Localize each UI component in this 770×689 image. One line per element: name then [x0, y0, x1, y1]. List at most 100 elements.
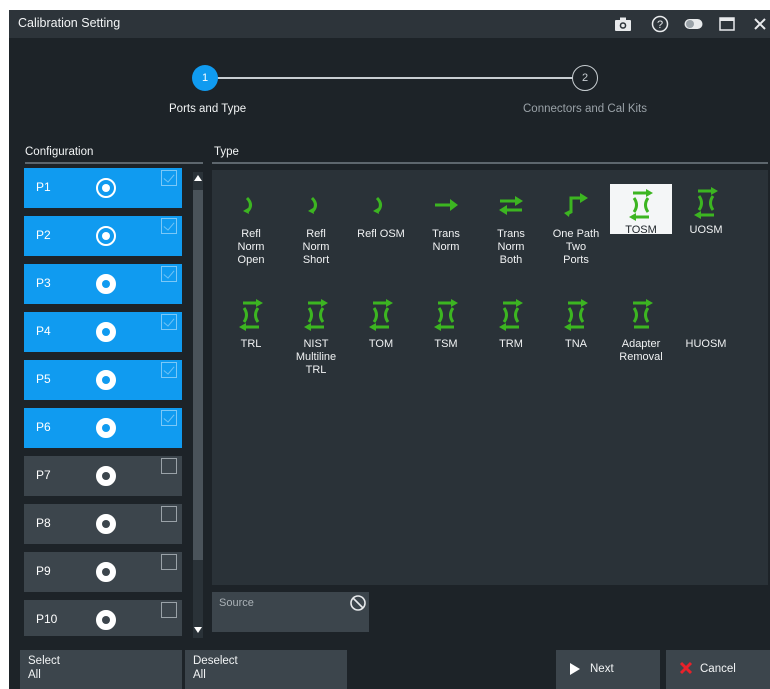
- type-tna[interactable]: TNA: [545, 298, 607, 351]
- no-source-icon[interactable]: [349, 594, 367, 612]
- port-item-p1[interactable]: P1: [24, 168, 182, 208]
- deselect-all-button[interactable]: Deselect All: [185, 650, 347, 689]
- port-label: P8: [36, 516, 51, 530]
- close-icon[interactable]: [750, 14, 770, 34]
- type-label: TOSM: [625, 224, 657, 236]
- one-path-icon: [564, 193, 588, 217]
- port-item-p6[interactable]: P6: [24, 408, 182, 448]
- port-item-p2[interactable]: P2: [24, 216, 182, 256]
- type-trans-norm-both[interactable]: Trans Norm Both: [480, 190, 542, 267]
- port-checkbox[interactable]: [161, 506, 177, 522]
- type-header: Type: [214, 146, 239, 158]
- port-radio[interactable]: [96, 418, 116, 438]
- type-trm[interactable]: TRM: [480, 298, 542, 351]
- calibration-type-panel: Refl Norm Open Refl Norm Short Refl OSM …: [212, 170, 768, 585]
- wizard-connector-line: [217, 77, 573, 79]
- wizard-step-2-label: Connectors and Cal Kits: [523, 103, 648, 115]
- port-item-p9[interactable]: P9: [24, 552, 182, 592]
- type-trans-norm[interactable]: Trans Norm: [415, 190, 477, 254]
- type-label: TOM: [368, 338, 394, 350]
- port-radio[interactable]: [96, 514, 116, 534]
- port-label: P6: [36, 420, 51, 434]
- cancel-x-icon: [679, 661, 693, 675]
- type-refl-norm-open[interactable]: Refl Norm Open: [220, 190, 282, 267]
- type-divider: [212, 162, 768, 164]
- play-arrow-icon: [570, 663, 580, 675]
- trans-both-icon: [499, 196, 523, 215]
- port-radio[interactable]: [96, 466, 116, 486]
- cancel-button[interactable]: Cancel: [666, 650, 770, 689]
- type-nist-multiline-trl[interactable]: NIST Multiline TRL: [285, 298, 347, 377]
- title-bar: Calibration Setting ?: [9, 10, 770, 38]
- port-checkbox[interactable]: [161, 314, 177, 330]
- port-radio[interactable]: [96, 274, 116, 294]
- port-item-p4[interactable]: P4: [24, 312, 182, 352]
- port-radio[interactable]: [96, 322, 116, 342]
- select-all-label: Select All: [28, 655, 60, 681]
- port-radio[interactable]: [96, 562, 116, 582]
- type-refl-osm[interactable]: Refl OSM: [350, 190, 412, 241]
- port-checkbox[interactable]: [161, 362, 177, 378]
- type-label: UOSM: [689, 224, 723, 236]
- type-refl-norm-short[interactable]: Refl Norm Short: [285, 190, 347, 267]
- port-item-p7[interactable]: P7: [24, 456, 182, 496]
- port-checkbox[interactable]: [161, 458, 177, 474]
- port-item-p3[interactable]: P3: [24, 264, 182, 304]
- wizard-step-2[interactable]: 2: [572, 65, 598, 91]
- calibration-setting-window: Calibration Setting ? 1 2 Ports and Type…: [9, 10, 770, 689]
- type-label: Trans Norm: [432, 228, 460, 253]
- port-label: P4: [36, 324, 51, 338]
- refl-icon: [373, 196, 382, 214]
- port-checkbox[interactable]: [161, 218, 177, 234]
- type-adapter-removal[interactable]: Adapter Removal: [610, 298, 672, 364]
- port-item-p8[interactable]: P8: [24, 504, 182, 544]
- port-label: P9: [36, 564, 51, 578]
- port-item-p5[interactable]: P5: [24, 360, 182, 400]
- port-checkbox[interactable]: [161, 410, 177, 426]
- two-port-cal-icon: [369, 299, 393, 331]
- port-checkbox[interactable]: [161, 266, 177, 282]
- two-port-cal-icon: [694, 187, 718, 219]
- maximize-icon[interactable]: [717, 14, 737, 34]
- port-list-scrollbar[interactable]: [193, 172, 203, 638]
- source-field[interactable]: Source: [212, 592, 369, 632]
- help-icon[interactable]: ?: [650, 14, 670, 34]
- port-item-p10[interactable]: P10: [24, 600, 182, 636]
- camera-icon[interactable]: [613, 14, 633, 34]
- port-radio[interactable]: [96, 610, 116, 630]
- scrollbar-thumb[interactable]: [193, 190, 203, 560]
- next-button[interactable]: Next: [556, 650, 660, 689]
- type-label: Trans Norm Both: [497, 228, 525, 266]
- scroll-down-icon[interactable]: [194, 626, 202, 634]
- type-label: Refl Norm Short: [302, 228, 330, 266]
- type-tosm[interactable]: TOSM: [610, 184, 672, 236]
- refl-icon: [243, 196, 252, 214]
- type-label: One Path Two Ports: [552, 228, 600, 266]
- toggle-display-icon[interactable]: [684, 14, 704, 34]
- port-label: P7: [36, 468, 51, 482]
- port-label: P5: [36, 372, 51, 386]
- wizard-step-1-label: Ports and Type: [169, 103, 247, 115]
- port-checkbox[interactable]: [161, 602, 177, 618]
- port-radio[interactable]: [96, 226, 116, 246]
- port-checkbox[interactable]: [161, 170, 177, 186]
- type-tom[interactable]: TOM: [350, 298, 412, 351]
- select-all-button[interactable]: Select All: [20, 650, 182, 689]
- type-label: TSM: [434, 338, 458, 350]
- adapter-icon: [632, 299, 653, 329]
- port-label: P2: [36, 228, 51, 242]
- port-checkbox[interactable]: [161, 554, 177, 570]
- two-port-cal-icon: [434, 299, 458, 331]
- type-one-path-two-ports[interactable]: One Path Two Ports: [545, 190, 607, 267]
- two-port-cal-icon: [564, 299, 588, 331]
- type-huosm[interactable]: HUOSM: [675, 298, 737, 351]
- next-label: Next: [590, 663, 614, 675]
- port-radio[interactable]: [96, 370, 116, 390]
- type-tsm[interactable]: TSM: [415, 298, 477, 351]
- wizard-step-1[interactable]: 1: [192, 65, 218, 91]
- two-port-cal-icon: [629, 189, 653, 221]
- type-trl[interactable]: TRL: [220, 298, 282, 351]
- scroll-up-icon[interactable]: [194, 174, 202, 182]
- port-radio[interactable]: [96, 178, 116, 198]
- type-uosm[interactable]: UOSM: [675, 186, 737, 237]
